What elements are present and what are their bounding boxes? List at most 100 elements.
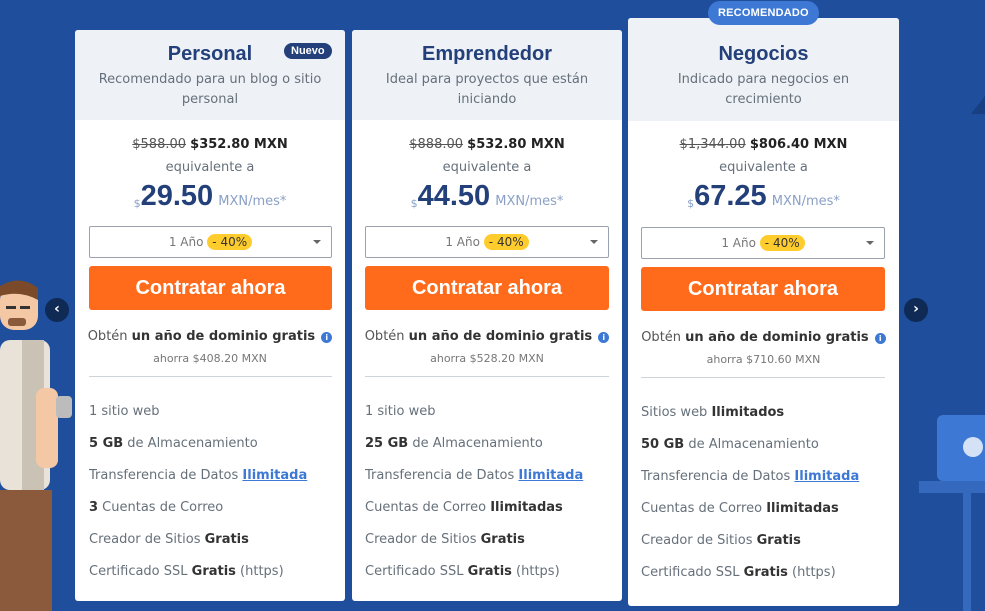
domain-offer: un año de dominio gratis (685, 330, 869, 345)
feature-item: Creador de Sitios Gratis (641, 533, 801, 548)
monthly-unit: MXN/mes* (771, 194, 840, 209)
feature-item: Cuentas de Correo Ilimitadas (641, 501, 839, 516)
chevron-down-icon (590, 240, 598, 244)
plan-card-personal: Personal Recomendado para un blog o siti… (75, 30, 345, 601)
feature-item: Certificado SSL Gratis (https) (641, 565, 836, 580)
feature-item: 25 GB de Almacenamiento (365, 436, 543, 451)
feature-item: Transferencia de Datos Ilimitada (365, 468, 584, 483)
plan-header: Negocios Indicado para negocios en creci… (628, 18, 899, 121)
plan-description: Recomendado para un blog o sitio persona… (98, 72, 322, 107)
chevron-left-icon: ‹ (54, 301, 60, 317)
equivalent-label: equivalente a (165, 160, 255, 175)
discount-badge: - 40% (759, 235, 805, 251)
new-badge: Nuevo (284, 43, 332, 59)
monthly-unit: MXN/mes* (495, 194, 564, 209)
monitor-illustration (919, 415, 985, 611)
chevron-right-icon: › (913, 301, 919, 317)
annual-price: $588.00 $352.80 MXN (75, 136, 345, 154)
recommended-badge: RECOMENDADO (708, 1, 819, 25)
buy-now-button[interactable]: Contratar ahora (89, 266, 332, 310)
plan-description: Ideal para proyectos que están iniciando (385, 72, 589, 107)
info-icon[interactable]: i (321, 332, 333, 343)
domain-offer: un año de dominio gratis (131, 329, 316, 344)
info-icon[interactable]: i (598, 332, 610, 343)
domain-offer: un año de dominio gratis (408, 329, 593, 344)
carousel-prev-button[interactable]: ‹ (45, 298, 69, 322)
period-value: 1 Año (168, 235, 204, 249)
domain-prefix: Obtén (641, 330, 682, 345)
equivalent-label: equivalente a (442, 160, 532, 175)
discount-badge: - 40% (207, 234, 253, 250)
feature-item: Creador de Sitios Gratis (89, 532, 249, 547)
plan-header: Emprendedor Ideal para proyectos que est… (352, 30, 622, 120)
discount-badge: - 40% (483, 234, 529, 250)
feature-item: 5 GB de Almacenamiento (89, 436, 258, 451)
background-shape (971, 96, 985, 114)
feature-list: 1 sitio web 25 GB de Almacenamiento Tran… (365, 402, 583, 594)
annual-price: $888.00 $532.80 MXN (352, 136, 622, 154)
feature-item: 50 GB de Almacenamiento (641, 437, 819, 452)
unlimited-link[interactable]: Ilimitada (518, 468, 583, 483)
feature-item: Sitios web Ilimitados (641, 405, 785, 420)
discounted-price: $806.40 MXN (749, 137, 848, 152)
savings-note: ahorra $710.60 MXN (706, 353, 821, 366)
monthly-amount: 29.50 (140, 180, 214, 212)
monitor-dot (963, 437, 983, 457)
desk (919, 481, 985, 493)
plan-description: Indicado para negocios en crecimiento (677, 72, 850, 107)
original-price: $588.00 (132, 137, 187, 152)
feature-item: 1 sitio web (89, 404, 160, 419)
original-price: $1,344.00 (679, 137, 746, 152)
period-value: 1 Año (445, 235, 480, 249)
domain-prefix: Obtén (87, 329, 128, 344)
feature-list: 1 sitio web 5 GB de Almacenamiento Trans… (89, 402, 307, 594)
original-price: $888.00 (409, 137, 464, 152)
feature-item: 3 Cuentas de Correo (89, 500, 224, 515)
savings-note: ahorra $408.20 MXN (153, 352, 267, 365)
feature-item: Cuentas de Correo Ilimitadas (365, 500, 563, 515)
desk-leg (963, 493, 971, 611)
monthly-amount: 44.50 (417, 180, 491, 212)
free-domain-note: Obtén un año de dominio gratis i (75, 328, 345, 346)
savings-note: ahorra $528.20 MXN (430, 352, 544, 365)
chevron-down-icon (866, 241, 874, 245)
buy-now-button[interactable]: Contratar ahora (365, 266, 609, 310)
domain-prefix: Obtén (364, 329, 405, 344)
plan-name: Negocios (718, 43, 809, 65)
unlimited-link[interactable]: Ilimitada (242, 468, 307, 483)
feature-item: Transferencia de Datos Ilimitada (641, 469, 860, 484)
divider (641, 377, 885, 378)
monthly-price: $44.50 MXN/mes* (352, 179, 622, 221)
period-select[interactable]: 1 Año - 40% (89, 226, 332, 258)
free-domain-note: Obtén un año de dominio gratis i (352, 328, 622, 346)
info-icon[interactable]: i (874, 333, 886, 344)
plan-name: Emprendedor (421, 43, 553, 65)
carousel-next-button[interactable]: › (904, 298, 928, 322)
currency-symbol: $ (410, 197, 418, 210)
buy-now-button[interactable]: Contratar ahora (641, 267, 885, 311)
unlimited-link[interactable]: Ilimitada (794, 469, 859, 484)
period-select[interactable]: 1 Año - 40% (641, 227, 885, 259)
free-domain-note: Obtén un año de dominio gratis i (628, 329, 899, 347)
equivalent-label: equivalente a (719, 160, 808, 175)
feature-item: Transferencia de Datos Ilimitada (89, 468, 308, 483)
person-illustration (0, 278, 80, 611)
feature-item: 1 sitio web (365, 404, 436, 419)
divider (365, 376, 609, 377)
annual-price: $1,344.00 $806.40 MXN (628, 136, 899, 154)
monthly-price: $67.25 MXN/mes* (628, 179, 899, 221)
divider (89, 376, 332, 377)
monthly-amount: 67.25 (694, 180, 767, 212)
period-value: 1 Año (721, 236, 756, 250)
feature-item: Creador de Sitios Gratis (365, 532, 525, 547)
chevron-down-icon (313, 240, 321, 244)
plan-card-emprendedor: Emprendedor Ideal para proyectos que est… (352, 30, 622, 601)
feature-item: Certificado SSL Gratis (https) (89, 564, 284, 579)
plan-card-negocios: Negocios Indicado para negocios en creci… (628, 18, 899, 606)
monthly-unit: MXN/mes* (218, 194, 287, 209)
period-select[interactable]: 1 Año - 40% (365, 226, 609, 258)
currency-symbol: $ (133, 197, 141, 210)
discounted-price: $532.80 MXN (467, 137, 565, 152)
feature-item: Certificado SSL Gratis (https) (365, 564, 560, 579)
monthly-price: $29.50 MXN/mes* (75, 179, 345, 221)
